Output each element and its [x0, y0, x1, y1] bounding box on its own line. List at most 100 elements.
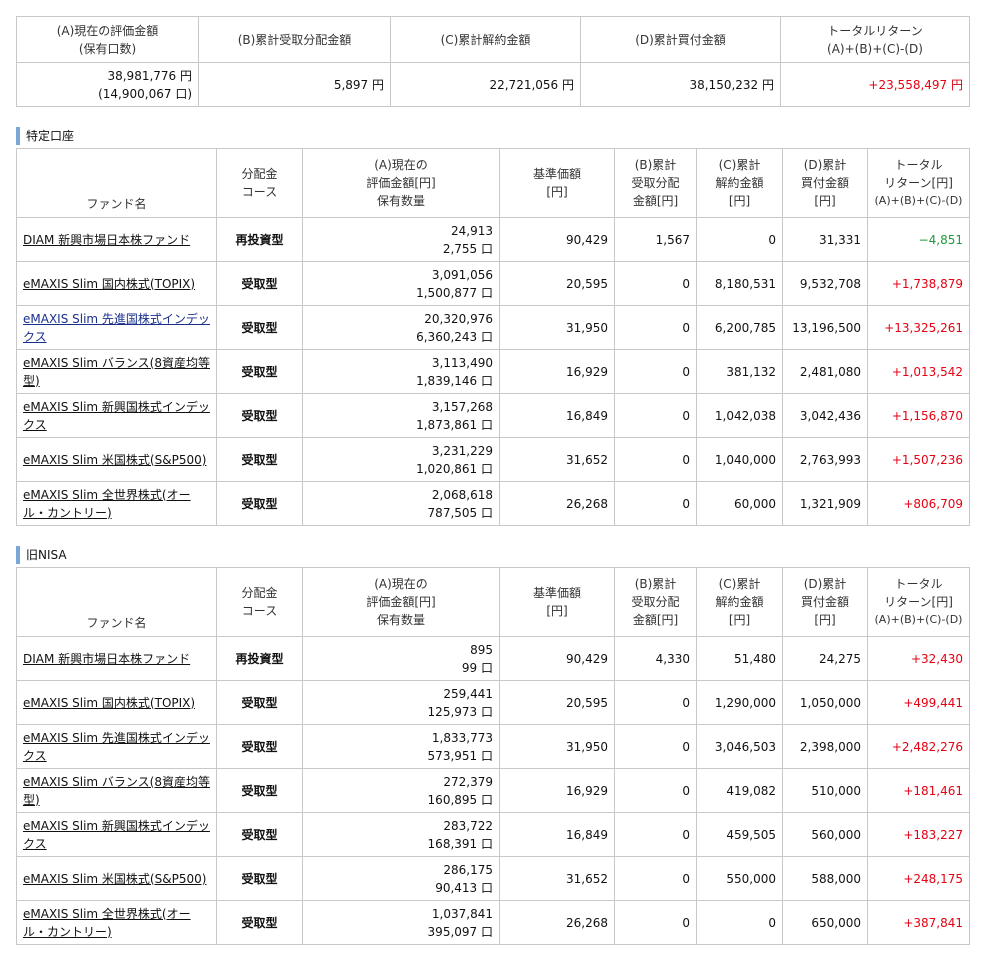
col-dist: (B)累計 受取分配 金額[円]	[614, 567, 697, 637]
nisa-table: ファンド名 分配金 コース (A)現在の 評価金額[円] 保有数量 基準価額 […	[16, 567, 970, 945]
nav-value: 31,950	[499, 724, 615, 769]
total-return: +2,482,276	[867, 724, 970, 769]
value-cell: 20,320,976 6,360,243 口	[302, 305, 500, 350]
nav-value: 31,652	[499, 856, 615, 901]
distribution-total: 0	[614, 437, 697, 482]
redemption-total: 6,200,785	[696, 305, 783, 350]
redemption-total: 1,290,000	[696, 680, 783, 725]
current-value: 3,091,056	[431, 267, 493, 282]
total-return: +387,841	[867, 900, 970, 945]
holding-units: 395,097 口	[427, 924, 493, 939]
col-return-formula: (A)+(B)+(C)-(D)	[874, 194, 963, 207]
fund-name-cell: eMAXIS Slim 先進国株式インデックス	[16, 724, 217, 769]
table-row: eMAXIS Slim 米国株式(S&P500) 受取型 286,175 90,413…	[16, 856, 970, 901]
table-row: eMAXIS Slim 国内株式(TOPIX) 受取型 3,091,056 1,500…	[16, 261, 970, 306]
table-row: eMAXIS Slim 先進国株式インデックス 受取型 20,320,976 6,36…	[16, 305, 970, 350]
fund-name-link[interactable]: eMAXIS Slim 国内株式(TOPIX)	[23, 277, 195, 291]
distribution-total: 0	[614, 305, 697, 350]
distribution-total: 0	[614, 856, 697, 901]
nav-value: 31,652	[499, 437, 615, 482]
table-row: DIAM 新興市場日本株ファンド 再投資型 24,913 2,755 口 90,429 1…	[16, 217, 970, 262]
holding-units: 6,360,243 口	[416, 329, 493, 344]
current-value: 1,037,841	[431, 906, 493, 921]
distribution-course: 再投資型	[216, 636, 303, 681]
nav-value: 16,929	[499, 349, 615, 394]
fund-name-cell: eMAXIS Slim 全世界株式(オール・カントリー)	[16, 900, 217, 945]
distribution-course: 受取型	[216, 680, 303, 725]
redemption-total: 1,042,038	[696, 393, 783, 438]
distribution-total: 1,567	[614, 217, 697, 262]
fund-name-link[interactable]: eMAXIS Slim 米国株式(S&P500)	[23, 872, 206, 886]
fund-name-link[interactable]: eMAXIS Slim 全世界株式(オール・カントリー)	[23, 907, 191, 939]
distribution-course: 受取型	[216, 900, 303, 945]
total-return: +1,013,542	[867, 349, 970, 394]
distribution-course: 受取型	[216, 349, 303, 394]
current-value: 3,231,229	[431, 443, 493, 458]
fund-name-cell: eMAXIS Slim 米国株式(S&P500)	[16, 437, 217, 482]
current-value: 286,175	[443, 862, 493, 877]
redemption-total: 0	[696, 900, 783, 945]
table-row: eMAXIS Slim 国内株式(TOPIX) 受取型 259,441 125,973…	[16, 680, 970, 725]
fund-name-link[interactable]: eMAXIS Slim 新興国株式インデックス	[23, 819, 210, 851]
distribution-course: 受取型	[216, 768, 303, 813]
purchase-total: 31,331	[782, 217, 868, 262]
purchase-total: 2,481,080	[782, 349, 868, 394]
distribution-total: 4,330	[614, 636, 697, 681]
col-redeem: (C)累計 解約金額 [円]	[696, 567, 783, 637]
summary-header-b: (B)累計受取分配金額	[198, 16, 391, 63]
fund-name-link[interactable]: DIAM 新興市場日本株ファンド	[23, 652, 190, 666]
col-redeem: (C)累計 解約金額 [円]	[696, 148, 783, 218]
total-return: +181,461	[867, 768, 970, 813]
fund-name-link[interactable]: eMAXIS Slim 新興国株式インデックス	[23, 400, 210, 432]
col-fund-name: ファンド名	[16, 567, 217, 637]
value-cell: 283,722 168,391 口	[302, 812, 500, 857]
fund-name-link[interactable]: eMAXIS Slim 先進国株式インデックス	[23, 312, 210, 344]
nav-value: 16,849	[499, 812, 615, 857]
nav-value: 90,429	[499, 217, 615, 262]
current-value: 272,379	[443, 774, 493, 789]
current-value: 895	[470, 642, 493, 657]
fund-name-cell: DIAM 新興市場日本株ファンド	[16, 636, 217, 681]
fund-name-link[interactable]: eMAXIS Slim 国内株式(TOPIX)	[23, 696, 195, 710]
purchase-total: 9,532,708	[782, 261, 868, 306]
current-value: 24,913	[451, 223, 493, 238]
section-title-tokutei: 特定口座	[16, 127, 74, 145]
holding-units: 1,020,861 口	[416, 461, 493, 476]
fund-name-link[interactable]: eMAXIS Slim バランス(8資産均等型)	[23, 356, 210, 388]
section-title-nisa: 旧NISA	[16, 546, 67, 564]
table-row: eMAXIS Slim 全世界株式(オール・カントリー) 受取型 1,037,841…	[16, 900, 970, 945]
total-return: +499,441	[867, 680, 970, 725]
fund-name-cell: eMAXIS Slim 国内株式(TOPIX)	[16, 680, 217, 725]
current-value: 20,320,976	[424, 311, 493, 326]
distribution-course: 再投資型	[216, 217, 303, 262]
summary-a-units: (14,900,067 口)	[98, 86, 192, 101]
total-return: +1,507,236	[867, 437, 970, 482]
col-course: 分配金 コース	[216, 567, 303, 637]
fund-name-cell: eMAXIS Slim 新興国株式インデックス	[16, 812, 217, 857]
fund-name-cell: eMAXIS Slim 先進国株式インデックス	[16, 305, 217, 350]
current-value: 3,113,490	[431, 355, 493, 370]
summary-header-total: トータルリターン (A)+(B)+(C)-(D)	[780, 16, 970, 63]
fund-name-link[interactable]: DIAM 新興市場日本株ファンド	[23, 233, 190, 247]
distribution-total: 0	[614, 393, 697, 438]
purchase-total: 2,763,993	[782, 437, 868, 482]
purchase-total: 510,000	[782, 768, 868, 813]
distribution-course: 受取型	[216, 261, 303, 306]
table-row: eMAXIS Slim バランス(8資産均等型) 受取型 272,379 160,89…	[16, 768, 970, 813]
table-row: eMAXIS Slim 米国株式(S&P500) 受取型 3,231,229 1,02…	[16, 437, 970, 482]
fund-name-cell: eMAXIS Slim 米国株式(S&P500)	[16, 856, 217, 901]
fund-name-link[interactable]: eMAXIS Slim 全世界株式(オール・カントリー)	[23, 488, 191, 520]
redemption-total: 60,000	[696, 481, 783, 526]
total-return: +1,738,879	[867, 261, 970, 306]
nav-value: 26,268	[499, 481, 615, 526]
holding-units: 573,951 口	[427, 748, 493, 763]
distribution-total: 0	[614, 481, 697, 526]
redemption-total: 1,040,000	[696, 437, 783, 482]
fund-name-link[interactable]: eMAXIS Slim 先進国株式インデックス	[23, 731, 210, 763]
fund-name-link[interactable]: eMAXIS Slim バランス(8資産均等型)	[23, 775, 210, 807]
fund-name-link[interactable]: eMAXIS Slim 米国株式(S&P500)	[23, 453, 206, 467]
col-value: (A)現在の 評価金額[円] 保有数量	[302, 567, 500, 637]
redemption-total: 51,480	[696, 636, 783, 681]
total-return: −4,851	[867, 217, 970, 262]
nav-value: 20,595	[499, 261, 615, 306]
